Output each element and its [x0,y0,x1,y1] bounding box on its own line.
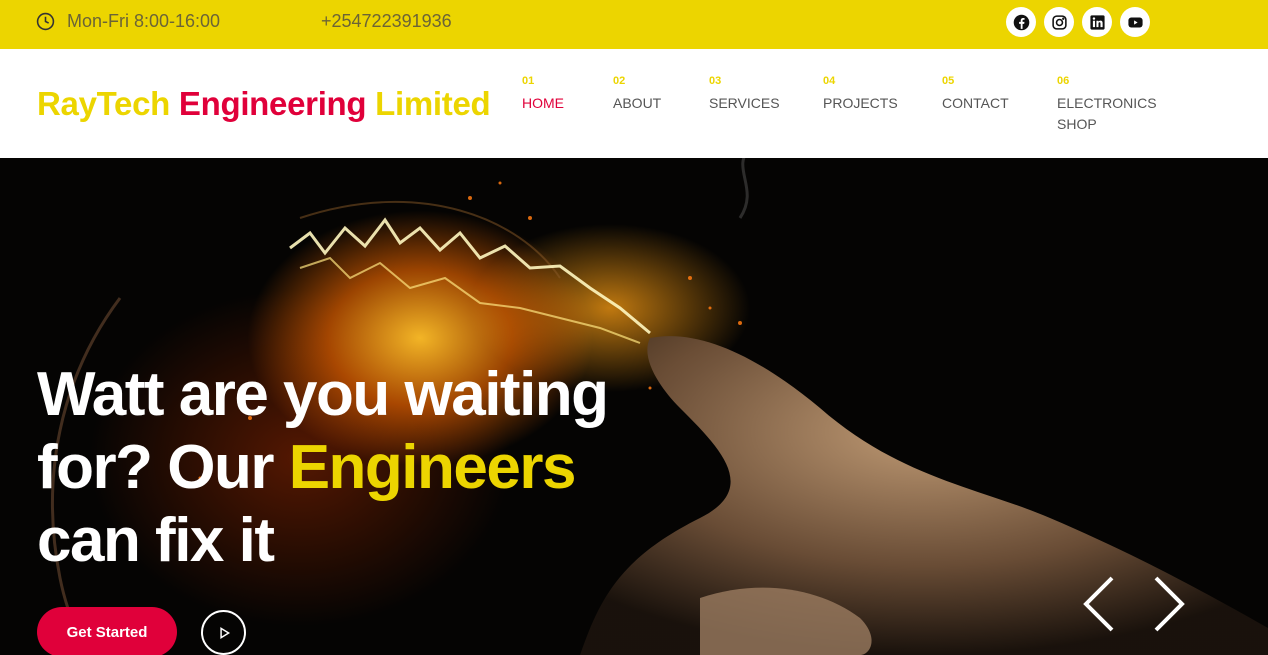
youtube-icon[interactable] [1120,7,1150,37]
nav-label: ELECTRONICS SHOP [1057,95,1157,132]
hero-title-part2: can fix it [37,506,275,575]
nav-item-electronics-shop[interactable]: 06 ELECTRONICS SHOP [1057,75,1157,135]
logo-word-limited: Limited [375,85,491,122]
hero-slider: Watt are you waiting for? Our Engineers … [0,158,1268,655]
slider-prev-button[interactable] [1080,574,1120,634]
get-started-button[interactable]: Get Started [37,607,177,655]
hero-title: Watt are you waiting for? Our Engineers … [37,358,637,577]
linkedin-icon[interactable] [1082,7,1112,37]
clock-icon [36,12,55,31]
top-bar: Mon-Fri 8:00-16:00 +254722391936 [0,0,1268,49]
play-icon [219,626,230,639]
chevron-left-icon [1083,576,1114,632]
hours-text: Mon-Fri 8:00-16:00 [67,11,221,31]
chevron-right-icon [1154,576,1185,632]
nav-number: 06 [1057,75,1070,87]
facebook-icon[interactable] [1006,7,1036,37]
phone-number[interactable]: +254722391936 [321,11,452,32]
logo-word-raytech: RayTech [37,85,179,122]
logo-word-engineering: Engineering [178,85,376,122]
site-header: RayTech Engineering Limited 01 HOME 02 A… [0,49,1268,158]
slider-next-button[interactable] [1148,574,1188,634]
hero-title-highlight: Engineers [288,433,577,502]
site-logo[interactable]: RayTech Engineering Limited [37,85,491,123]
business-hours: Mon-Fri 8:00-16:00 [36,11,220,32]
social-links [1006,7,1150,37]
play-video-button[interactable] [201,610,246,655]
instagram-icon[interactable] [1044,7,1074,37]
